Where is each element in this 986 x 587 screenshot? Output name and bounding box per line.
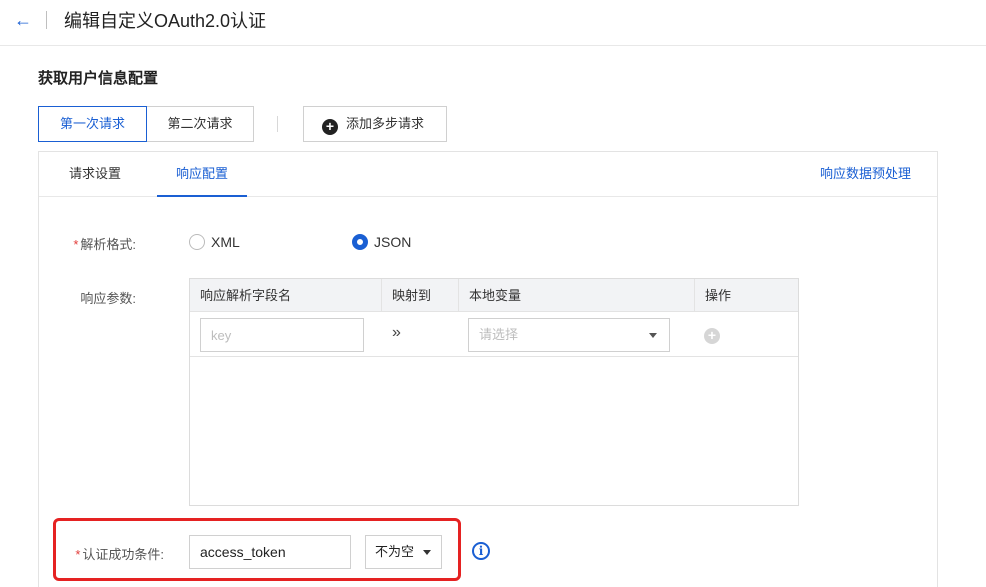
- response-params-label: 响应参数:: [80, 291, 136, 306]
- add-multi-step-label: 添加多步请求: [346, 116, 425, 131]
- field-name-input[interactable]: [200, 318, 364, 352]
- success-condition-label: * 认证成功条件:: [64, 544, 164, 563]
- add-row-icon[interactable]: +: [704, 328, 720, 344]
- section-title: 获取用户信息配置: [38, 70, 159, 87]
- page-header: ← 编辑自定义OAuth2.0认证: [0, 0, 986, 46]
- radio-xml[interactable]: XML: [189, 233, 240, 251]
- page-title: 编辑自定义OAuth2.0认证: [64, 11, 267, 31]
- required-mark: *: [75, 547, 81, 562]
- parse-format-label-text: 解析格式:: [80, 237, 136, 252]
- step-tab-second-request[interactable]: 第二次请求: [146, 106, 254, 142]
- column-header-action: 操作: [705, 288, 732, 303]
- required-mark: *: [73, 237, 79, 252]
- back-arrow-icon[interactable]: ←: [14, 10, 34, 30]
- info-icon[interactable]: i: [472, 542, 490, 560]
- radio-checked-icon: [352, 234, 368, 250]
- condition-operator-select[interactable]: 不为空: [365, 535, 442, 569]
- column-header-field-name: 响应解析字段名: [190, 279, 382, 312]
- caret-down-icon: [423, 550, 431, 555]
- radio-json-label: JSON: [374, 234, 412, 250]
- column-header-local-var: 本地变量: [459, 279, 695, 312]
- caret-down-icon: [649, 333, 657, 338]
- local-variable-select[interactable]: 请选择: [468, 318, 670, 352]
- success-condition-label-text: 认证成功条件:: [82, 547, 164, 562]
- plus-circle-icon: +: [322, 119, 338, 135]
- header-divider: [46, 11, 47, 29]
- response-preprocess-link[interactable]: 响应数据预处理: [820, 152, 911, 197]
- step-tab-first-request[interactable]: 第一次请求: [38, 106, 147, 142]
- add-multi-step-button[interactable]: + 添加多步请求: [303, 106, 447, 142]
- step-divider: [277, 116, 278, 132]
- condition-operator-value: 不为空: [375, 544, 415, 559]
- column-header-map-to: 映射到: [382, 279, 459, 312]
- success-condition-input[interactable]: [189, 535, 351, 569]
- table-header: 响应解析字段名 映射到 本地变量 操作: [190, 279, 798, 312]
- response-params-table: 响应解析字段名 映射到 本地变量 操作 » 请选择 +: [189, 278, 799, 506]
- tab-request-settings[interactable]: 请求设置: [67, 152, 123, 197]
- tab-response-config[interactable]: 响应配置: [157, 152, 247, 197]
- map-arrow-icon: »: [392, 324, 401, 341]
- local-variable-placeholder: 请选择: [479, 327, 519, 342]
- radio-unchecked-icon: [189, 234, 205, 250]
- radio-xml-label: XML: [211, 234, 240, 250]
- parse-format-label: * 解析格式:: [60, 234, 136, 253]
- radio-json[interactable]: JSON: [352, 233, 411, 251]
- table-row: » 请选择 +: [190, 312, 798, 357]
- panel-tabs: 请求设置 响应配置 响应数据预处理: [39, 152, 937, 197]
